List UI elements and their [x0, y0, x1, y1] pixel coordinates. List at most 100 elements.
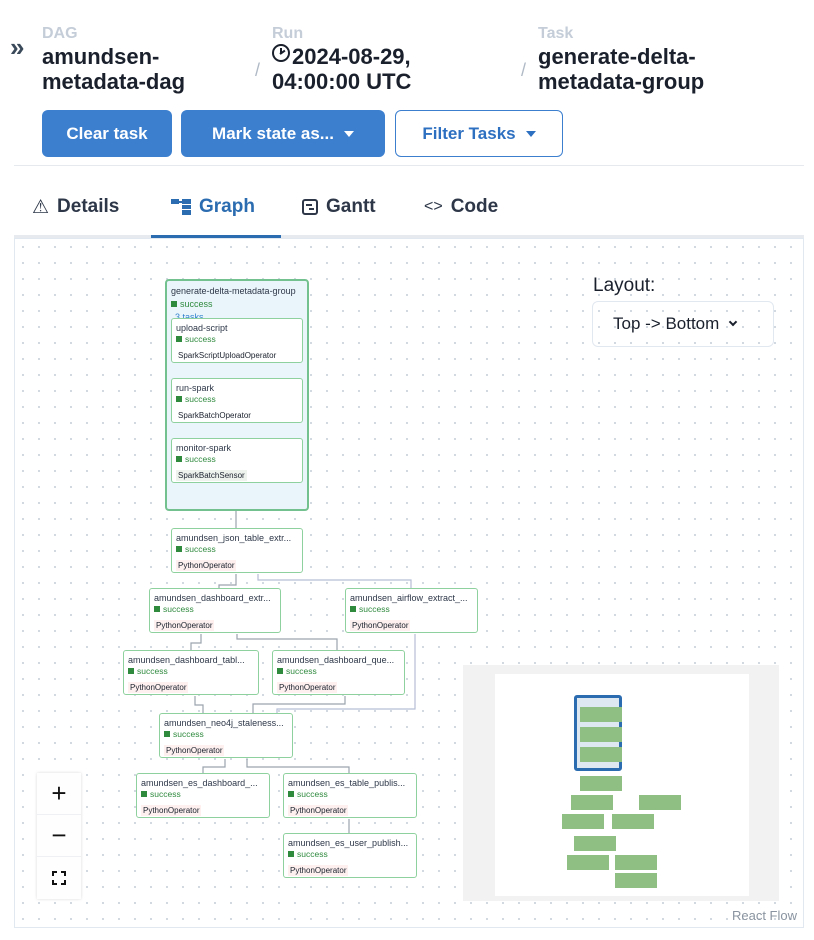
task-node-operator: SparkBatchSensor	[176, 470, 247, 481]
minimap-viewport	[495, 674, 749, 896]
tab-graph[interactable]: Graph	[151, 186, 281, 238]
task-node-state: success	[141, 789, 265, 800]
group-state-label: success	[180, 299, 213, 309]
layout-select[interactable]: Top -> Bottom	[592, 301, 774, 347]
tab-gantt[interactable]: Gantt	[302, 186, 376, 238]
edge	[202, 759, 226, 774]
layout-select-value: Top -> Bottom	[613, 314, 720, 333]
breadcrumb-run-label: Run	[272, 25, 304, 42]
task-node-title: amundsen_neo4j_staleness...	[164, 718, 284, 728]
task-node[interactable]: run-spark success SparkBatchOperator	[171, 378, 303, 423]
task-node-state-label: success	[297, 789, 328, 799]
success-square-icon	[288, 851, 294, 857]
breadcrumb-dag-value-line2: metadata-dag	[42, 69, 186, 94]
task-node[interactable]: upload-script success SparkScriptUploadO…	[171, 318, 303, 363]
edge	[252, 696, 346, 714]
graph-canvas[interactable]: generate-delta-metadata-group success 3 …	[14, 238, 804, 928]
task-node-state-label: success	[185, 544, 216, 554]
breadcrumb-task-value-line1: generate-delta-	[538, 44, 696, 69]
divider	[14, 165, 804, 166]
breadcrumb-dag[interactable]: DAG amundsen- metadata-dag	[42, 24, 185, 94]
task-node[interactable]: amundsen_neo4j_staleness... success Pyth…	[159, 713, 293, 758]
task-node-state: success	[176, 334, 298, 345]
task-node[interactable]: monitor-spark success SparkBatchSensor	[171, 438, 303, 483]
task-node-title: amundsen_es_table_publis...	[288, 778, 406, 788]
task-node-state: success	[288, 789, 412, 800]
breadcrumb-run-value-line2: 04:00:00 UTC	[272, 69, 412, 94]
success-square-icon	[288, 791, 294, 797]
success-square-icon	[176, 456, 182, 462]
breadcrumb-task-label: Task	[538, 25, 574, 42]
task-node-state-label: success	[185, 454, 216, 464]
fit-view-icon	[52, 871, 66, 885]
task-node-title: amundsen_dashboard_que...	[277, 655, 395, 665]
task-node-operator: PythonOperator	[277, 682, 338, 693]
chevron-down-icon	[729, 317, 738, 327]
minimap-node	[615, 873, 657, 888]
task-node[interactable]: amundsen_dashboard_extr... success Pytho…	[149, 588, 281, 633]
task-node[interactable]: amundsen_es_user_publish... success Pyth…	[283, 833, 417, 878]
task-node-operator: PythonOperator	[350, 620, 411, 631]
double-chevron-right-icon[interactable]: »	[10, 34, 24, 60]
task-node-state: success	[350, 604, 473, 615]
minimap-node	[639, 795, 681, 810]
group-state: success	[171, 299, 213, 309]
caret-down-icon	[525, 130, 536, 137]
task-node[interactable]: amundsen_es_dashboard_... success Python…	[136, 773, 270, 818]
task-node-title: amundsen_es_dashboard_...	[141, 778, 258, 788]
tab-details[interactable]: ⚠ Details	[32, 186, 119, 238]
mark-state-button[interactable]: Mark state as...	[181, 110, 385, 157]
edge	[257, 574, 412, 589]
task-node-title: amundsen_json_table_extr...	[176, 533, 292, 543]
breadcrumb-separator: /	[255, 60, 261, 80]
task-node-state-label: success	[359, 604, 390, 614]
task-node-title: run-spark	[176, 383, 215, 393]
task-node[interactable]: amundsen_json_table_extr... success Pyth…	[171, 528, 303, 573]
minus-icon: −	[51, 820, 67, 850]
tab-details-label: Details	[57, 196, 120, 217]
code-icon: <>	[424, 198, 443, 215]
success-square-icon	[176, 336, 182, 342]
success-square-icon	[164, 731, 170, 737]
tab-code[interactable]: <> Code	[424, 186, 498, 238]
task-node-state: success	[277, 666, 400, 677]
edge	[190, 634, 202, 651]
plus-icon: +	[51, 778, 67, 808]
zoom-out-button[interactable]: −	[37, 815, 81, 857]
minimap-node	[580, 776, 622, 791]
zoom-controls: + −	[37, 773, 81, 899]
task-node-operator: PythonOperator	[288, 805, 349, 816]
clear-task-button[interactable]: Clear task	[42, 110, 172, 157]
group-title: generate-delta-metadata-group	[171, 286, 296, 296]
task-node[interactable]: amundsen_es_table_publis... success Pyth…	[283, 773, 417, 818]
task-node-state-label: success	[173, 729, 204, 739]
minimap-node	[580, 707, 622, 722]
task-node-state: success	[288, 849, 412, 860]
task-node-operator: PythonOperator	[176, 560, 237, 571]
task-node[interactable]: amundsen_airflow_extract_... success Pyt…	[345, 588, 478, 633]
mark-state-label: Mark state as...	[212, 123, 334, 143]
breadcrumb-task[interactable]: Task generate-delta- metadata-group	[538, 24, 704, 94]
task-node-state: success	[176, 454, 298, 465]
task-node[interactable]: amundsen_dashboard_que... success Python…	[272, 650, 405, 695]
edge	[194, 696, 204, 714]
minimap-node	[562, 814, 604, 829]
minimap[interactable]	[463, 665, 779, 901]
filter-tasks-button[interactable]: Filter Tasks	[395, 110, 563, 157]
minimap-node	[571, 795, 613, 810]
task-node-operator: PythonOperator	[154, 620, 215, 631]
react-flow-attribution[interactable]: React Flow	[732, 908, 797, 923]
success-square-icon	[154, 606, 160, 612]
caret-down-icon	[343, 130, 354, 137]
fit-view-button[interactable]	[37, 857, 81, 899]
task-node-title: amundsen_airflow_extract_...	[350, 593, 468, 603]
breadcrumb-run[interactable]: Run 2024-08-29, 04:00:00 UTC	[272, 24, 411, 94]
zoom-in-button[interactable]: +	[37, 773, 81, 815]
task-node[interactable]: amundsen_dashboard_tabl... success Pytho…	[123, 650, 259, 695]
success-square-icon	[176, 396, 182, 402]
tab-gantt-label: Gantt	[326, 196, 376, 217]
filter-tasks-label: Filter Tasks	[422, 123, 516, 143]
task-node-state: success	[154, 604, 276, 615]
success-square-icon	[176, 546, 182, 552]
edge	[236, 634, 338, 651]
